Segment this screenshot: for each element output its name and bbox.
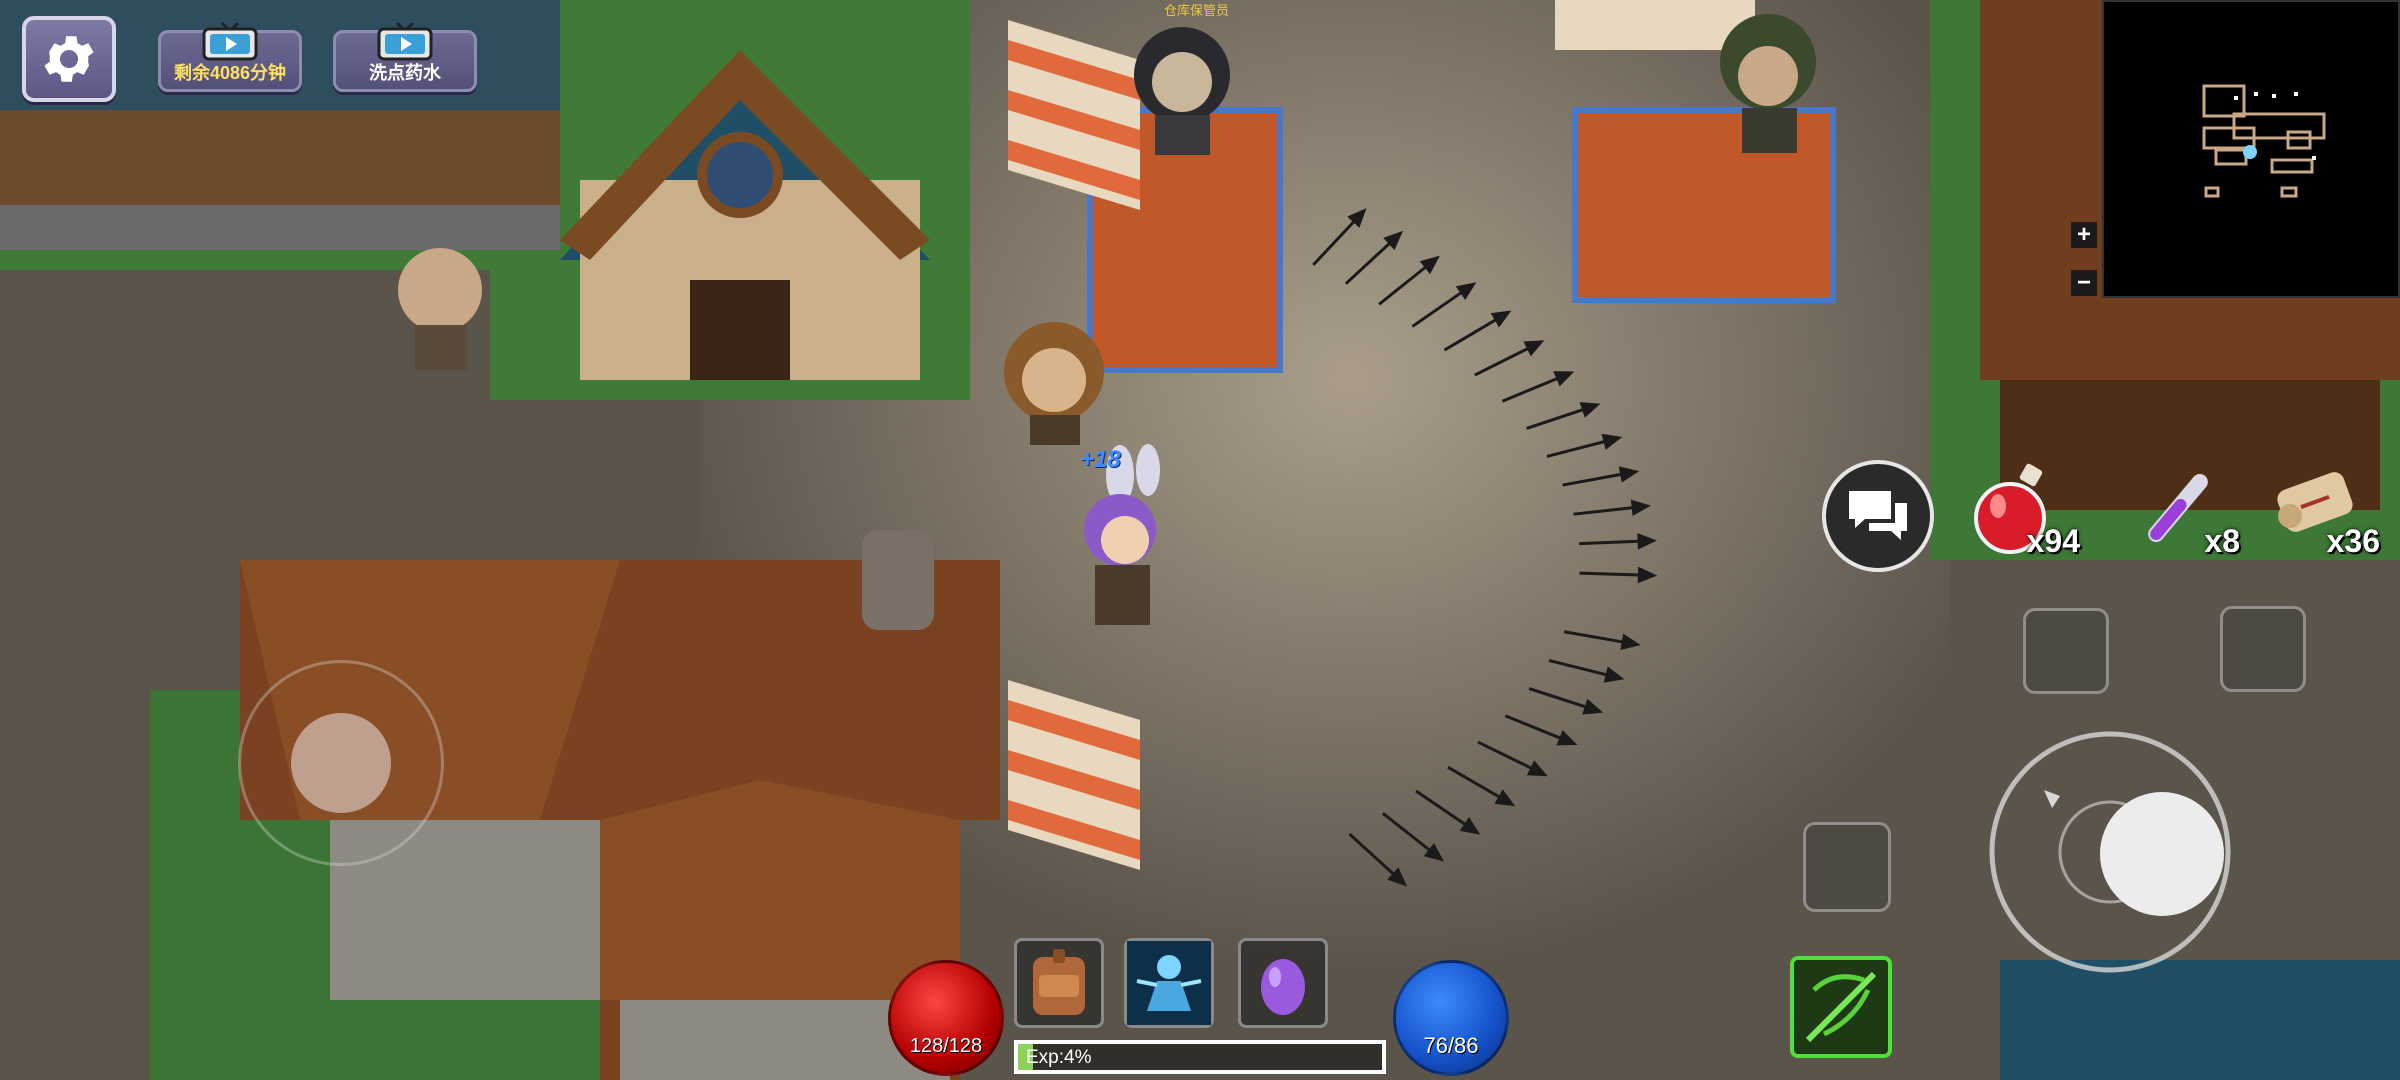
mana-vial-slot[interactable]: x8	[2130, 460, 2240, 570]
health-orb: 128/128	[888, 960, 1004, 1076]
settings-button[interactable]	[22, 16, 116, 102]
chat-button[interactable]	[1822, 460, 1934, 572]
quick-slot-empty[interactable]	[2023, 608, 2109, 694]
mana-vial-count: x8	[2204, 523, 2240, 559]
character-skill-button[interactable]	[1124, 938, 1214, 1028]
spirit-figure-icon	[1127, 941, 1211, 1025]
respec-potion-video-button[interactable]: 洗点药水	[333, 21, 477, 92]
minimap-zoom-out-button[interactable]: −	[2071, 270, 2097, 296]
tv-play-icon	[377, 21, 433, 61]
pet-egg-button[interactable]	[1238, 938, 1328, 1028]
video-reward-time-label: 剩余4086分钟	[173, 63, 287, 83]
movement-joystick-knob[interactable]	[291, 713, 391, 813]
scroll-count: x36	[2326, 523, 2380, 559]
mana-orb: 76/86	[1393, 960, 1509, 1076]
experience-label: Exp:4%	[1026, 1047, 1092, 1068]
crossbow-icon	[1805, 971, 1877, 1043]
quick-slot-empty[interactable]	[2220, 606, 2306, 692]
video-reward-time-button[interactable]: 剩余4086分钟	[158, 21, 302, 92]
scroll-slot[interactable]: x36	[2270, 460, 2380, 570]
quick-slot-empty[interactable]	[1803, 822, 1891, 912]
purple-egg-icon	[1261, 959, 1305, 1015]
experience-bar: Exp:4%	[1014, 1040, 1386, 1074]
health-potion-count: x94	[2026, 523, 2080, 559]
minimap[interactable]	[2102, 0, 2400, 298]
npc-name-label: 仓库保管员	[1164, 3, 1230, 18]
backpack-icon	[1033, 949, 1085, 1015]
movement-joystick[interactable]	[238, 660, 444, 866]
minimap-zoom-in-button[interactable]: +	[2071, 222, 2097, 248]
mana-value: 76/86	[1423, 1033, 1479, 1058]
respec-potion-label: 洗点药水	[369, 63, 441, 83]
inventory-bag-button[interactable]	[1014, 938, 1104, 1028]
health-value: 128/128	[909, 1035, 983, 1057]
gear-icon	[44, 36, 94, 82]
tv-play-icon	[202, 21, 258, 61]
minimap-rooms	[2202, 84, 2326, 198]
stone-well	[862, 530, 934, 630]
chat-bubbles-icon	[1849, 491, 1907, 540]
attack-joystick-knob[interactable]	[2100, 792, 2224, 916]
weapon-skill-button[interactable]	[1790, 956, 1892, 1058]
health-potion-slot[interactable]: x94	[1970, 460, 2080, 570]
heal-floating-text: +18	[1080, 446, 1121, 473]
